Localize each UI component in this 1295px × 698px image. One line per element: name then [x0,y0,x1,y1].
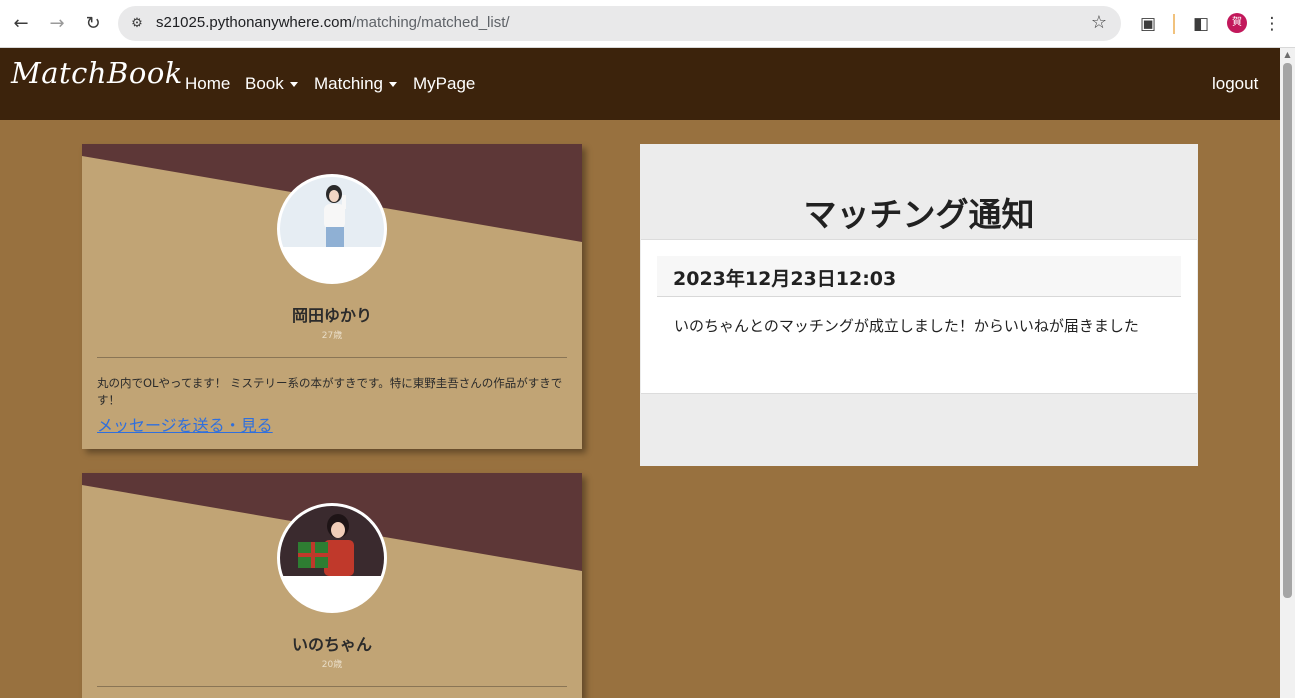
caret-down-icon [289,82,298,88]
notification-message: いのちゃんとのマッチングが成立しました！からいいねが届きました [674,317,1139,335]
card-divider [97,357,567,358]
address-bar[interactable]: ⚙ s21025.pythonanywhere.com/matching/mat… [118,6,1121,41]
site-navbar: MatchBook Home Book Matching MyPage logo… [0,48,1280,120]
logout-link[interactable]: logout [1212,74,1258,94]
menu-kebab-icon[interactable]: ⋮ [1262,12,1282,36]
nav-matching-dropdown[interactable]: Matching [314,74,397,94]
url-host: s21025.pythonanywhere.com [156,14,352,31]
notification-date: 2023年12月23日12:03 [673,268,897,290]
scrollbar-thumb[interactable] [1283,63,1292,598]
notification-item: 2023年12月23日12:03 いのちゃんとのマッチングが成立しました！からい… [641,239,1197,394]
card-divider [97,686,567,687]
nav-book-dropdown[interactable]: Book [245,74,298,94]
caret-down-icon [388,82,397,88]
nav-home[interactable]: Home [185,74,230,94]
profile-card: 岡田ゆかり 27歳 丸の内でOLやってます！ ミステリー系の本がすきです。特に東… [82,144,582,449]
forward-icon[interactable]: → [45,12,69,36]
side-panel-icon[interactable]: ◧ [1189,12,1213,36]
avatar[interactable] [277,503,387,613]
bookmark-star-icon[interactable]: ☆ [1091,12,1107,33]
nav-book-label: Book [245,74,284,93]
back-icon[interactable]: ← [9,12,33,36]
scroll-up-arrow-icon[interactable]: ▲ [1280,48,1295,62]
notifications-title: マッチング通知 [803,195,1035,234]
toolbar-divider [1173,14,1175,34]
profile-name: いのちゃん [291,635,372,654]
profile-card: いのちゃん 20歳 [82,473,582,698]
nav-mypage[interactable]: MyPage [413,74,475,94]
site-info-icon[interactable]: ⚙ [128,15,146,33]
url-text[interactable]: s21025.pythonanywhere.com/matching/match… [156,14,510,31]
profile-age: 20歳 [321,660,343,670]
nav-mypage-label: MyPage [413,74,476,93]
message-link[interactable]: メッセージを送る・見る [97,412,273,436]
reload-icon[interactable]: ↻ [81,12,105,36]
avatar[interactable] [277,174,387,284]
extensions-icon[interactable]: ▣ [1136,12,1160,36]
profile-name: 岡田ゆかり [291,306,372,325]
nav-matching-label: Matching [314,74,383,93]
browser-toolbar: ← → ↻ ⚙ s21025.pythonanywhere.com/matchi… [0,0,1295,48]
profile-avatar[interactable]: 賀 [1227,13,1247,33]
notification-header: 2023年12月23日12:03 [657,256,1181,297]
profile-bio: 丸の内でOLやってます！ ミステリー系の本がすきです。特に東野圭吾さんの作品がす… [97,376,563,407]
matching-notifications: マッチング通知 2023年12月23日12:03 いのちゃんとのマッチングが成立… [640,144,1198,466]
nav-home-label: Home [185,74,231,93]
url-path: /matching/matched_list/ [351,14,510,31]
brand-logo[interactable]: MatchBook [11,56,183,90]
profile-age: 27歳 [321,331,343,341]
